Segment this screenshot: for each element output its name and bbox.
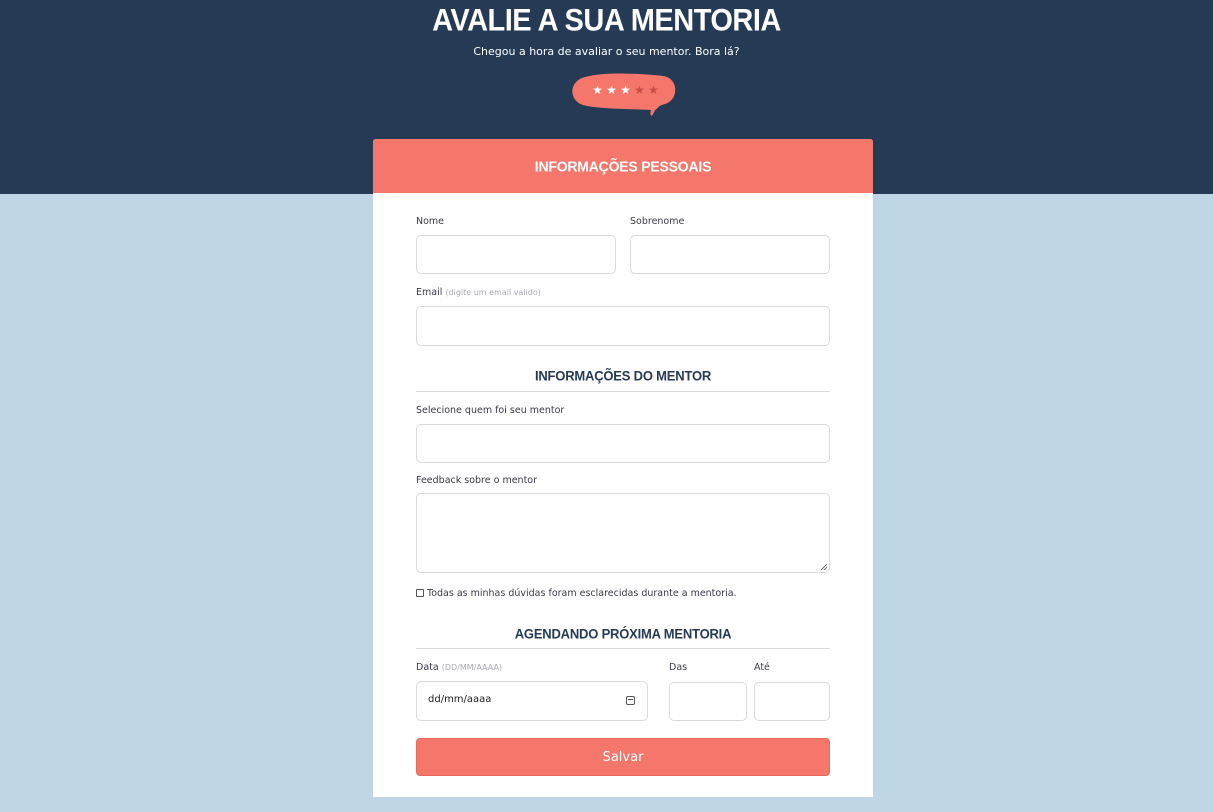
date-label-text: Data xyxy=(416,662,439,673)
star-empty-icon[interactable]: ★ xyxy=(647,82,660,98)
mentor-select[interactable] xyxy=(416,424,830,463)
doubts-checkbox[interactable] xyxy=(416,589,424,597)
date-input[interactable]: dd/mm/aaaa xyxy=(416,681,648,721)
first-name-input[interactable] xyxy=(416,235,616,274)
form-card: INFORMAÇÕES PESSOAIS Nome Sobrenome Emai… xyxy=(373,139,873,797)
feedback-label: Feedback sobre o mentor xyxy=(416,475,538,486)
from-time-input[interactable] xyxy=(669,682,747,721)
mentor-section-title: INFORMAÇÕES DO MENTOR xyxy=(534,367,712,384)
date-input-value: dd/mm/aaaa xyxy=(428,694,492,705)
mentor-select-label: Selecione quem foi seu mentor xyxy=(416,405,565,416)
last-name-label: Sobrenome xyxy=(630,216,685,227)
to-time-label: Até xyxy=(754,662,770,673)
date-hint: (DD/MM/AAAA) xyxy=(441,663,503,672)
mentor-section-divider xyxy=(416,391,830,392)
doubts-checkbox-label: Todas as minhas dúvidas foram esclarecid… xyxy=(427,588,737,599)
star-filled-icon[interactable]: ★ xyxy=(619,82,632,98)
to-time-input[interactable] xyxy=(754,682,830,721)
email-label: Email (digite um email valido) xyxy=(416,287,541,298)
page-subtitle: Chegou a hora de avaliar o seu mentor. B… xyxy=(473,45,740,58)
schedule-section-divider xyxy=(416,648,830,649)
from-time-label: Das xyxy=(669,662,688,673)
page-title: AVALIE A SUA MENTORIA xyxy=(432,3,781,39)
star-empty-icon[interactable]: ★ xyxy=(633,82,646,98)
personal-section-title: INFORMAÇÕES PESSOAIS xyxy=(534,157,712,175)
date-label: Data (DD/MM/AAAA) xyxy=(416,662,502,673)
save-button[interactable]: Salvar xyxy=(416,738,830,776)
email-input[interactable] xyxy=(416,306,830,346)
resize-handle-icon[interactable] xyxy=(821,564,827,570)
last-name-input[interactable] xyxy=(630,235,830,274)
calendar-icon[interactable] xyxy=(626,696,635,705)
feedback-textarea[interactable] xyxy=(416,493,830,573)
email-label-text: Email xyxy=(416,287,443,298)
rating-stars: ★ ★ ★ ★ ★ xyxy=(591,82,661,98)
email-hint: (digite um email valido) xyxy=(445,288,541,297)
star-filled-icon[interactable]: ★ xyxy=(605,82,618,98)
schedule-section-title: AGENDANDO PRÓXIMA MENTORIA xyxy=(514,625,732,642)
first-name-label: Nome xyxy=(416,216,445,227)
star-filled-icon[interactable]: ★ xyxy=(591,82,604,98)
card-header: INFORMAÇÕES PESSOAIS xyxy=(373,139,873,193)
